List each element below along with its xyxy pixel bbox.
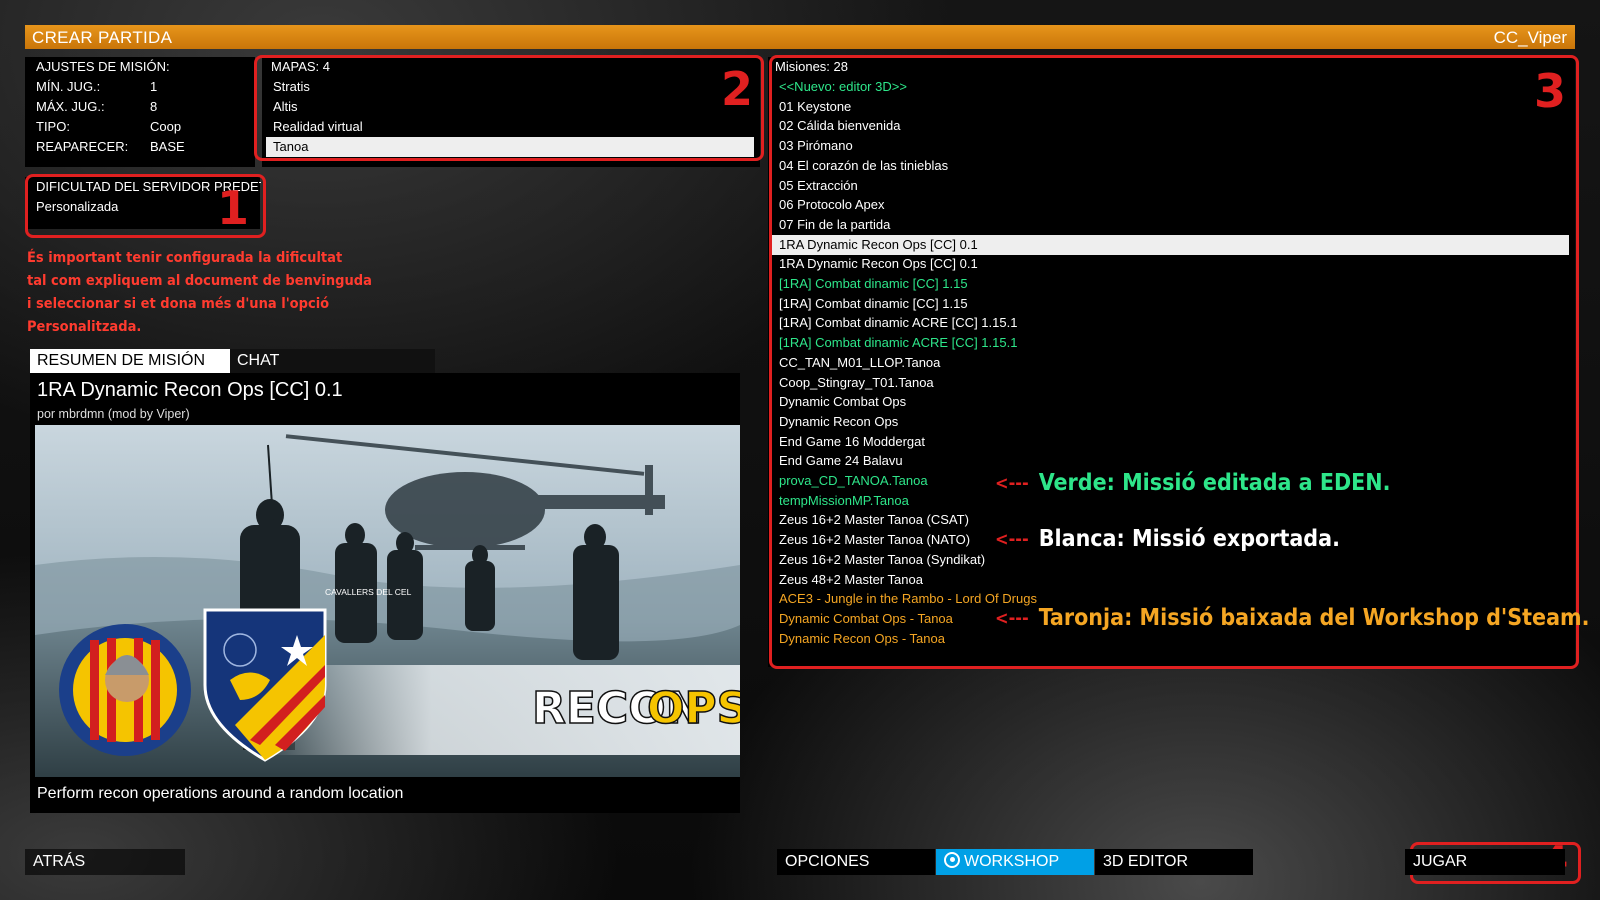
settings-value-max: 8	[150, 99, 158, 114]
mission-preview-image: CAVALLERS DEL CEL RECON OPS	[35, 425, 740, 777]
settings-label-max: MÁX. JUG.:	[36, 99, 105, 114]
play-button[interactable]: JUGAR	[1405, 849, 1565, 875]
legend-arrow: <---	[995, 473, 1029, 494]
difficulty-note: És important tenir configurada la dificu…	[27, 247, 372, 339]
workshop-label: WORKSHOP	[964, 853, 1060, 870]
note-line: És important tenir configurada la dificu…	[27, 250, 343, 266]
options-button[interactable]: OPCIONES	[777, 849, 935, 875]
ops-logo-text: OPS	[647, 683, 740, 734]
regiment-badge	[59, 624, 191, 756]
steam-icon	[944, 852, 960, 868]
annotation-box-2: 2	[254, 55, 764, 161]
cavallers-badge-text: CAVALLERS DEL CEL	[325, 587, 412, 597]
legend-white: <--- Blanca: Missió exportada.	[995, 526, 1340, 552]
preview-illustration: CAVALLERS DEL CEL RECON OPS	[35, 425, 740, 777]
legend-white-text: Blanca: Missió exportada.	[1038, 526, 1340, 552]
legend-arrow: <---	[995, 608, 1029, 629]
legend-orange: <--- Taronja: Missió baixada del Workshop…	[995, 605, 1589, 631]
settings-value-respawn: BASE	[150, 139, 185, 154]
note-line: tal com expliquem al document de benving…	[27, 273, 372, 289]
tab-mission-summary[interactable]: RESUMEN DE MISIÓN	[30, 349, 230, 373]
3d-editor-button[interactable]: 3D EDITOR	[1095, 849, 1253, 875]
legend-orange-text: Taronja: Missió baixada del Workshop d'S…	[1038, 605, 1590, 631]
mission-settings-panel: AJUSTES DE MISIÓN: MÍN. JUG.: 1 MÁX. JUG…	[25, 57, 255, 167]
tab-chat[interactable]: CHAT	[230, 349, 435, 373]
mission-summary-panel: 1RA Dynamic Recon Ops [CC] 0.1 por mbrdm…	[30, 373, 740, 813]
annotation-number-2: 2	[720, 62, 753, 116]
mission-description: Perform recon operations around a random…	[37, 785, 404, 802]
workshop-button[interactable]: WORKSHOP	[936, 849, 1094, 875]
mission-title: 1RA Dynamic Recon Ops [CC] 0.1	[37, 379, 343, 401]
note-line: i seleccionar si et dona més d'una l'opc…	[27, 296, 330, 312]
summary-tabs: RESUMEN DE MISIÓN CHAT	[30, 349, 435, 373]
note-line: Personalitzada.	[27, 319, 142, 335]
page-title: CREAR PARTIDA	[32, 28, 173, 47]
annotation-number-3: 3	[1533, 64, 1566, 118]
legend-green-text: Verde: Missió editada a EDEN.	[1038, 470, 1391, 496]
annotation-box-1: 1	[25, 174, 266, 238]
settings-value-type: Coop	[150, 119, 182, 134]
settings-label-respawn: REAPARECER:	[36, 139, 129, 154]
annotation-box-3: 3	[769, 55, 1579, 669]
legend-arrow: <---	[995, 529, 1029, 550]
annotation-number-1: 1	[216, 181, 249, 235]
settings-label-type: TIPO:	[36, 119, 70, 134]
settings-value-min: 1	[150, 79, 158, 94]
settings-heading: AJUSTES DE MISIÓN:	[36, 59, 170, 74]
title-bar: CREAR PARTIDA CC_Viper	[25, 25, 1575, 49]
mission-author: por mbrdmn (mod by Viper)	[37, 407, 190, 421]
settings-label-min: MÍN. JUG.:	[36, 79, 101, 94]
back-button[interactable]: ATRÁS	[25, 849, 185, 875]
player-name: CC_Viper	[1493, 28, 1567, 47]
legend-green: <--- Verde: Missió editada a EDEN.	[995, 470, 1390, 496]
